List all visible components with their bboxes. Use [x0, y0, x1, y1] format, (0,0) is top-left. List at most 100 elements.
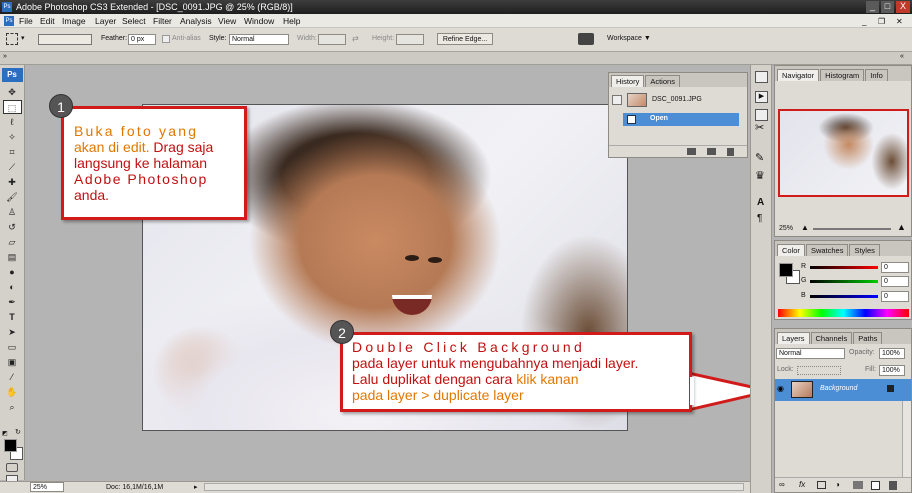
bridge-icon[interactable]	[578, 33, 594, 45]
status-menu-arrow-icon[interactable]: ▸	[194, 482, 198, 493]
layer-scrollbar[interactable]	[902, 401, 911, 477]
dock-character-icon[interactable]: A	[757, 197, 764, 208]
menu-view[interactable]: View	[218, 14, 236, 28]
color-b-slider[interactable]	[810, 295, 878, 298]
dodge-tool-icon[interactable]: ◐	[3, 280, 22, 294]
magic-wand-icon[interactable]: ✧	[3, 130, 22, 144]
style-select[interactable]: Normal	[229, 34, 289, 45]
lasso-tool-icon[interactable]: ℓ	[3, 115, 22, 129]
eraser-tool-icon[interactable]: ▱	[3, 235, 22, 249]
dock-navigator-icon[interactable]	[755, 71, 768, 83]
color-r-input[interactable]: 0	[881, 262, 909, 273]
collapse-arrows-icon[interactable]: »	[3, 53, 7, 60]
navigator-zoom-slider[interactable]	[813, 228, 891, 230]
crop-tool-icon[interactable]: ⌗	[3, 145, 22, 159]
new-layer-icon[interactable]	[871, 481, 880, 490]
slice-tool-icon[interactable]: ⟋	[3, 160, 22, 174]
color-g-slider[interactable]	[810, 280, 878, 283]
color-ramp[interactable]	[778, 309, 909, 317]
close-button[interactable]: X	[896, 1, 910, 13]
opacity-input[interactable]: 100%	[879, 348, 905, 359]
tab-swatches[interactable]: Swatches	[805, 244, 849, 256]
color-g-input[interactable]: 0	[881, 276, 909, 287]
delete-state-icon[interactable]	[727, 148, 734, 156]
dock-layer-comps-icon[interactable]	[755, 109, 768, 121]
clone-stamp-icon[interactable]: ♙	[3, 205, 22, 219]
path-selection-icon[interactable]: ➤	[3, 325, 22, 339]
dock-paragraph-icon[interactable]: ¶	[757, 213, 762, 224]
color-fg-swatch[interactable]	[779, 263, 793, 277]
dock-tool-presets-icon[interactable]: ✂	[755, 121, 764, 134]
menu-window[interactable]: Window	[244, 14, 274, 28]
tab-actions[interactable]: Actions	[645, 75, 680, 87]
color-r-slider[interactable]	[810, 266, 878, 269]
layer-style-icon[interactable]: fx	[799, 480, 805, 489]
layer-row-background[interactable]: ◉ Background	[775, 379, 911, 401]
adjustment-layer-icon[interactable]: ◑	[835, 480, 840, 489]
healing-brush-icon[interactable]: ✚	[3, 175, 22, 189]
history-state-open[interactable]: Open	[623, 113, 739, 126]
preset-dropdown-icon[interactable]: ▾	[21, 34, 25, 42]
status-zoom[interactable]: 25%	[30, 482, 64, 492]
tab-styles[interactable]: Styles	[849, 244, 880, 256]
blend-mode-select[interactable]: Normal	[776, 348, 845, 359]
horizontal-scrollbar[interactable]	[204, 483, 744, 491]
swap-icon[interactable]: ⇄	[352, 34, 359, 43]
feather-input[interactable]: 0 px	[128, 34, 156, 45]
eyedropper-icon[interactable]: ⁄	[3, 370, 22, 384]
doc-close-button[interactable]: ✕	[896, 15, 903, 29]
marquee-tool-icon[interactable]: ⬚	[2, 100, 22, 114]
navigator-zoom-value[interactable]: 25%	[779, 225, 793, 232]
menu-edit[interactable]: Edit	[40, 14, 55, 28]
tab-channels[interactable]: Channels	[810, 332, 853, 344]
dock-brushes-icon[interactable]: ✎	[755, 151, 764, 164]
tab-info[interactable]: Info	[865, 69, 888, 81]
history-snapshot-row[interactable]: DSC_0091.JPG	[609, 91, 747, 109]
layer-visibility-eye-icon[interactable]: ◉	[777, 384, 784, 393]
brush-tool-icon[interactable]: 🖌	[3, 190, 22, 204]
doc-restore-button[interactable]: ❐	[878, 15, 885, 29]
antialias-checkbox[interactable]	[162, 35, 170, 43]
fill-input[interactable]: 100%	[879, 365, 905, 376]
new-group-icon[interactable]	[853, 481, 863, 489]
menu-help[interactable]: Help	[283, 14, 300, 28]
navigator-zoom-in-icon[interactable]: ▲	[897, 222, 906, 232]
tab-navigator[interactable]: Navigator	[777, 69, 820, 81]
new-document-from-state-icon[interactable]	[687, 148, 696, 155]
notes-tool-icon[interactable]: ▣	[3, 355, 22, 369]
menu-layer[interactable]: Layer	[95, 14, 116, 28]
tab-history[interactable]: History	[611, 75, 645, 87]
type-tool-icon[interactable]: T	[3, 310, 22, 324]
swap-colors-icon[interactable]: ↻	[15, 428, 21, 436]
refine-edge-button[interactable]: Refine Edge...	[437, 33, 493, 45]
pen-tool-icon[interactable]: ✒	[3, 295, 22, 309]
move-tool-icon[interactable]: ✥	[3, 85, 22, 99]
menu-file[interactable]: File	[19, 14, 33, 28]
doc-minimize-button[interactable]: _	[862, 15, 866, 29]
gradient-tool-icon[interactable]: ▤	[3, 250, 22, 264]
menu-analysis[interactable]: Analysis	[180, 14, 212, 28]
add-mask-icon[interactable]	[817, 481, 826, 489]
color-b-input[interactable]: 0	[881, 291, 909, 302]
link-layers-icon[interactable]: ∞	[779, 480, 785, 489]
workspace-button[interactable]: Workspace ▼	[607, 35, 651, 42]
quick-mask-icon[interactable]	[6, 463, 18, 472]
layer-name[interactable]: Background	[820, 385, 857, 392]
shape-tool-icon[interactable]: ▭	[3, 340, 22, 354]
hand-tool-icon[interactable]: ✋	[3, 385, 22, 399]
maximize-button[interactable]: □	[881, 1, 894, 13]
snapshot-brush-icon[interactable]	[612, 95, 622, 105]
history-brush-icon[interactable]: ↺	[3, 220, 22, 234]
collapse-arrows-right-icon[interactable]: «	[900, 53, 904, 60]
tab-paths[interactable]: Paths	[853, 332, 883, 344]
blur-tool-icon[interactable]: ●	[3, 265, 22, 279]
lock-icons[interactable]	[797, 366, 841, 375]
menu-filter[interactable]: Filter	[153, 14, 172, 28]
menu-select[interactable]: Select	[122, 14, 146, 28]
height-input[interactable]	[396, 34, 424, 45]
minimize-button[interactable]: _	[866, 1, 879, 13]
tab-layers[interactable]: Layers	[777, 332, 810, 344]
dock-play-icon[interactable]: ▶	[755, 91, 768, 103]
selection-mode-icons[interactable]	[38, 34, 92, 45]
navigator-preview[interactable]	[778, 109, 909, 197]
